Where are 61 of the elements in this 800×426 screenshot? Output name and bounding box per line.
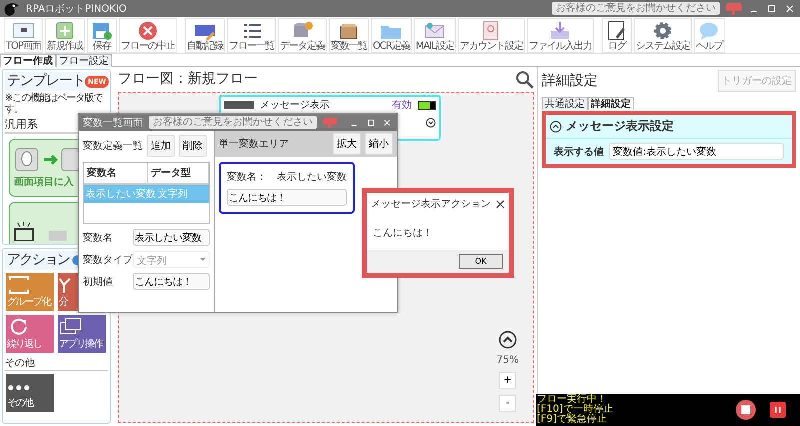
flow-title: フロー図：新規フロー [118, 71, 258, 88]
window-title: RPAロボットPINOKIO [26, 2, 127, 16]
beta-note: ※この機能はベータ版です。 [5, 93, 104, 115]
other-heading: その他 [5, 356, 108, 371]
input-field[interactable]: 変数値:表示したい変数 [609, 143, 784, 160]
toolbar-button[interactable]: ログ [602, 18, 632, 52]
column-header: 変数名 [84, 163, 148, 183]
table-cell-text: 文字列 [157, 188, 189, 202]
dialog-message: こんにちは！ [373, 228, 433, 239]
toolbar-button[interactable]: 保存 [87, 18, 118, 52]
variable-name: 変数名： 表示したい変数 [227, 170, 347, 184]
variable-card[interactable]: 変数名： 表示したい変数 こんにちは！ [219, 162, 355, 214]
node-state: 有効 [392, 98, 412, 112]
field-label: 初期値 [83, 276, 114, 288]
action-tile[interactable]: その他 [6, 374, 54, 412]
ok-button[interactable]: OK [459, 254, 503, 269]
template-label: 画面項目に入 [14, 176, 74, 188]
status-text: [F10]で一時停止 [537, 405, 614, 415]
status-text: フロー実行中！ [537, 395, 607, 405]
feedback-link[interactable]: お客様のご意見をお聞かせください [149, 116, 317, 129]
status-text: [F9]で緊急停止 [537, 415, 608, 425]
dialog-title: メッセージ表示アクション [371, 198, 491, 211]
template-title: テンプレート [7, 73, 85, 90]
toolbar-button[interactable]: 自動記録 [185, 18, 226, 52]
value-field[interactable]: こんにちは！ [227, 189, 347, 206]
zoom-out-button[interactable]: 縮小 [365, 133, 393, 155]
toolbar-button[interactable]: 変数一覧 [329, 18, 370, 52]
node-title: メッセージ表示 [260, 98, 331, 112]
field-label: 変数タイプ [83, 254, 133, 266]
zoom-out-button[interactable]: - [499, 395, 516, 412]
zoom-in-button[interactable]: 拡大 [333, 133, 361, 155]
toolbar-button[interactable]: MAIL設定 [414, 18, 456, 52]
input-field[interactable]: こんにちは！ [133, 273, 210, 290]
toolbar-button[interactable]: システム設定 [634, 18, 692, 52]
toolbar-button[interactable]: フローの中止 [119, 18, 178, 52]
details-title: 詳細設定 [542, 72, 598, 90]
column-header: データ型 [148, 163, 209, 183]
tab[interactable]: フロー設定 [56, 54, 112, 67]
toolbar-button[interactable]: OCR定義 [371, 18, 412, 52]
action-tile[interactable]: アプリ操作 [58, 315, 106, 353]
toolbar-button[interactable]: データ定義 [278, 18, 328, 52]
action-title: アクション [7, 252, 70, 269]
toolbar-button[interactable]: 新規作成 [45, 18, 86, 52]
section-header[interactable]: メッセージ表示設定 [546, 115, 792, 139]
toolbar-button[interactable]: TOP画面 [4, 18, 44, 52]
zoom-in-button[interactable]: + [499, 372, 516, 389]
field-label: 変数名 [83, 232, 114, 244]
tab[interactable]: 共通設定 [542, 97, 588, 110]
toolbar-button[interactable]: ファイル入出力 [526, 18, 594, 52]
input-field[interactable]: 表示したい変数 [133, 229, 210, 246]
toolbar-button[interactable]: ヘルプ [694, 18, 725, 52]
tab[interactable]: 詳細設定 [588, 97, 634, 110]
add-button[interactable]: 追加 [147, 135, 175, 157]
toolbar-button[interactable]: フロー一覧 [227, 18, 276, 52]
toolbar-button[interactable]: アカウント設定 [458, 18, 525, 52]
section-title: メッセージ表示設定 [566, 118, 674, 135]
delete-button[interactable]: 削除 [179, 135, 207, 157]
zoom-level: 75% [496, 355, 519, 366]
tab[interactable]: フロー作成 [0, 54, 56, 67]
feedback-link[interactable]: お客様のご意見をお聞かせください [552, 2, 720, 15]
field-label: 表示する値 [554, 146, 604, 158]
